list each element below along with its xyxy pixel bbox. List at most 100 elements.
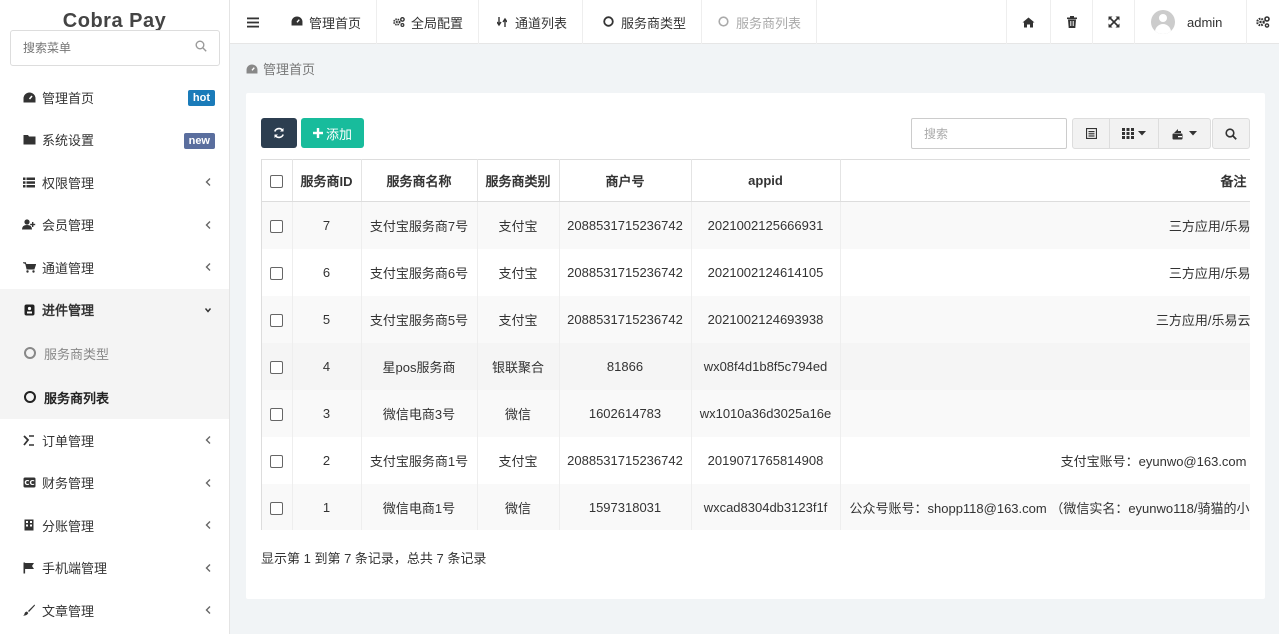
row-checkbox[interactable] [270, 219, 284, 233]
tab-label: 全局配置 [411, 15, 464, 31]
sidebar-item-system[interactable]: 系统设置 new [0, 119, 229, 162]
building-icon [22, 518, 36, 532]
chevron-left-icon [205, 220, 211, 229]
add-button[interactable]: 添加 [301, 118, 364, 148]
column-header[interactable]: 备注 [840, 159, 1250, 202]
sidebar-item-split[interactable]: 分账管理 [0, 504, 229, 547]
chevron-left-icon [205, 563, 211, 572]
chevron-left-icon [205, 436, 211, 444]
cell-remark [840, 342, 1250, 390]
chevron-left-icon [205, 263, 211, 271]
tab-label: 通道列表 [515, 15, 568, 31]
table-row[interactable]: 3 微信电商3号 微信 1602614783 wx1010a36d3025a16… [262, 389, 1250, 437]
clear-cache-button[interactable] [1050, 0, 1092, 44]
export-dropdown[interactable] [1159, 119, 1210, 148]
tab-provider-list[interactable]: 服务商列表 [703, 0, 818, 44]
home-button[interactable] [1006, 0, 1050, 44]
sidebar-item-finance[interactable]: CC 财务管理 [0, 462, 229, 505]
dashboard-icon [291, 16, 303, 28]
grid-icon [1122, 128, 1134, 139]
cell-merchant: 1597318031 [559, 483, 692, 530]
user-menu[interactable]: admin [1134, 0, 1246, 44]
refresh-icon [274, 127, 284, 139]
cell-merchant: 2088531715236742 [559, 295, 692, 343]
table-wrapper[interactable]: 服务商ID 服务商名称 服务商类别 商户号 appid 备注 7 支付宝服务商7… [261, 159, 1250, 530]
cell-appid: 2021002124693938 [691, 295, 841, 343]
menu-search-input[interactable] [11, 31, 181, 65]
settings-button[interactable] [1246, 0, 1279, 44]
cell-remark: 三方应用/乐易云 [840, 295, 1250, 343]
column-header[interactable]: 服务商名称 [361, 159, 478, 202]
sidebar-subitem-provider-list[interactable]: 服务商列表 [0, 375, 229, 419]
circle-icon [24, 391, 36, 403]
refresh-button[interactable] [261, 118, 297, 148]
sidebar-toggle-button[interactable] [230, 0, 276, 44]
table-row[interactable]: 5 支付宝服务商5号 支付宝 2088531715236742 20210021… [262, 295, 1250, 343]
gear-icon [1256, 16, 1270, 28]
finance-icon: CC [22, 476, 36, 490]
sidebar-item-channels[interactable]: 通道管理 [0, 246, 229, 289]
chevron-left-icon [205, 178, 211, 186]
cell-appid: 2019071765814908 [691, 436, 841, 484]
cell-type: 支付宝 [477, 248, 560, 296]
sidebar-item-dashboard[interactable]: 管理首页 hot [0, 76, 229, 119]
cart-icon [22, 260, 36, 274]
sidebar-item-permissions[interactable]: 权限管理 [0, 161, 229, 204]
row-checkbox[interactable] [270, 360, 284, 374]
table-row[interactable]: 4 星pos服务商 银联聚合 81866 wx08f4d1b8f5c794ed [262, 342, 1250, 390]
column-header[interactable]: 服务商类别 [477, 159, 560, 202]
sidebar-item-members[interactable]: 会员管理 [0, 204, 229, 247]
toggle-view-button[interactable] [1073, 119, 1110, 148]
search-icon[interactable] [195, 40, 207, 52]
cell-remark: 公众号账号：shopp118@163.com （微信实名：eyunwo118/骑… [840, 483, 1250, 530]
sidebar-item-label: 进件管理 [42, 303, 95, 319]
cell-merchant: 1602614783 [559, 389, 692, 437]
row-checkbox[interactable] [270, 501, 284, 515]
tab-global-config[interactable]: 全局配置 [378, 0, 480, 44]
column-header[interactable]: 商户号 [559, 159, 692, 202]
circle-icon [718, 16, 730, 28]
column-header[interactable]: appid [691, 159, 841, 202]
row-checkbox[interactable] [270, 407, 284, 421]
hot-badge: hot [187, 90, 215, 106]
caret-down-icon [1138, 131, 1146, 136]
select-all-checkbox[interactable] [270, 175, 284, 189]
sidebar-item-label: 财务管理 [42, 476, 95, 492]
tab-dashboard[interactable]: 管理首页 [276, 0, 378, 44]
advanced-search-button[interactable] [1212, 118, 1250, 149]
sidebar-item-mobile[interactable]: 手机端管理 [0, 547, 229, 590]
cell-id: 6 [292, 248, 362, 296]
cell-appid: wx1010a36d3025a16e [691, 389, 841, 437]
sidebar-item-onboarding[interactable]: 进件管理 [0, 288, 229, 331]
row-checkbox[interactable] [270, 313, 284, 327]
cell-name: 微信电商3号 [361, 389, 478, 437]
column-header[interactable]: 服务商ID [292, 159, 362, 202]
row-checkbox[interactable] [270, 454, 284, 468]
plus-icon [312, 128, 323, 138]
table-row[interactable]: 6 支付宝服务商6号 支付宝 2088531715236742 20210021… [262, 248, 1250, 296]
table-search-input[interactable]: 搜索 [911, 118, 1067, 149]
tab-provider-types[interactable]: 服务商类型 [588, 0, 703, 44]
row-checkbox[interactable] [270, 266, 284, 280]
sidebar-item-label: 手机端管理 [42, 561, 108, 577]
columns-dropdown[interactable] [1110, 119, 1159, 148]
sidebar-item-label: 通道管理 [42, 260, 95, 276]
tab-channel-list[interactable]: 通道列表 [482, 0, 584, 44]
table-row[interactable]: 1 微信电商1号 微信 1597318031 wxcad8304db3123f1… [262, 483, 1250, 530]
breadcrumb[interactable]: 管理首页 [246, 59, 315, 78]
select-all-cell [262, 159, 293, 202]
menu-search-box[interactable] [10, 30, 220, 66]
new-badge: new [183, 132, 215, 149]
sidebar-subitem-provider-types[interactable]: 服务商类型 [0, 331, 229, 375]
table-row[interactable]: 2 支付宝服务商1号 支付宝 2088531715236742 20190717… [262, 436, 1250, 484]
exchange-icon [497, 16, 509, 28]
chevron-left-icon [205, 478, 211, 487]
sidebar-item-articles[interactable]: 文章管理 [0, 589, 229, 632]
cell-remark [840, 389, 1250, 437]
tab-label: 服务商类型 [621, 15, 687, 31]
list-icon [22, 175, 36, 189]
cell-appid: wx08f4d1b8f5c794ed [691, 342, 841, 390]
table-row[interactable]: 7 支付宝服务商7号 支付宝 2088531715236742 20210021… [262, 201, 1250, 249]
sidebar-item-orders[interactable]: 订单管理 [0, 419, 229, 462]
fullscreen-button[interactable] [1092, 0, 1134, 44]
